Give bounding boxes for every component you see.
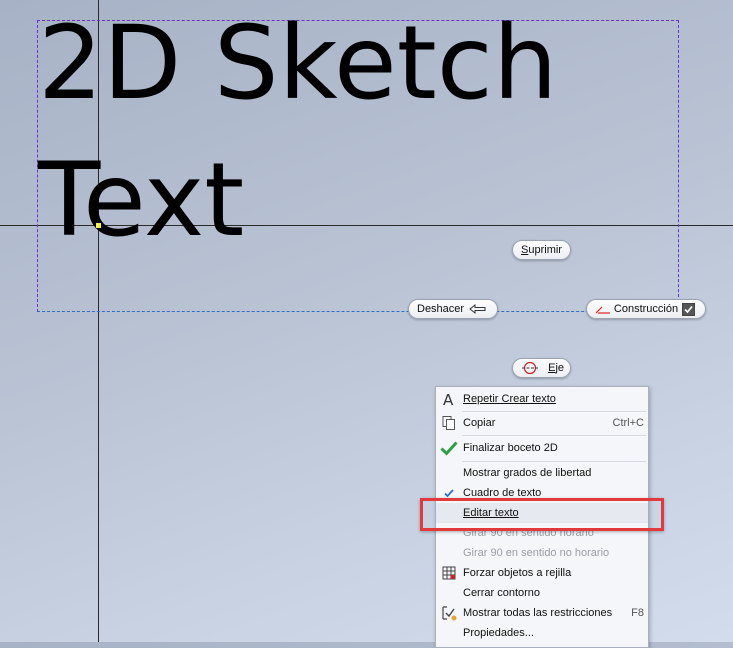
- menu-item-label: Finalizar boceto 2D: [463, 442, 558, 454]
- checkmark-icon: [440, 440, 458, 456]
- menu-item-properties[interactable]: Propiedades...: [436, 623, 648, 643]
- highlight-annotation-box: [420, 498, 664, 531]
- axis-button[interactable]: Eje: [512, 358, 571, 378]
- menu-item-repeat-create-text[interactable]: A Repetir Crear texto: [436, 389, 648, 409]
- menu-item-label: Forzar objetos a rejilla: [463, 567, 572, 579]
- menu-item-show-dof[interactable]: Mostrar grados de libertad: [436, 463, 648, 483]
- menu-item-snap-to-grid[interactable]: Forzar objetos a rejilla: [436, 563, 648, 583]
- menu-item-shortcut: Ctrl+C: [612, 417, 644, 429]
- axis-button-label: Eje: [548, 362, 564, 374]
- constraints-icon: [440, 605, 458, 621]
- menu-item-label: Mostrar todas las restricciones: [463, 607, 613, 619]
- menu-item-rotate-ccw[interactable]: Girar 90 en sentido no horario: [436, 543, 648, 563]
- delete-button-label: Suprimir: [521, 244, 562, 256]
- menu-item-label: Girar 90 en sentido no horario: [463, 547, 610, 559]
- sketch-text-line-2[interactable]: Text: [38, 141, 244, 261]
- menu-item-label: Mostrar grados de libertad: [463, 467, 592, 479]
- menu-item-label: Copiar: [463, 417, 496, 429]
- delete-button[interactable]: Suprimir: [512, 240, 571, 260]
- construction-line-icon: [593, 303, 614, 315]
- menu-divider: [462, 435, 646, 436]
- text-a-icon: A: [440, 391, 458, 407]
- origin-point[interactable]: [96, 223, 101, 228]
- sketch-text-line-1[interactable]: 2D Sketch: [38, 4, 558, 124]
- construction-toggle[interactable]: Construcción: [586, 299, 706, 319]
- undo-button[interactable]: Deshacer: [408, 299, 498, 319]
- menu-divider: [462, 411, 646, 412]
- menu-item-shortcut: F8: [631, 607, 644, 619]
- menu-item-close-loop[interactable]: Cerrar contorno: [436, 583, 648, 603]
- construction-label: Construcción: [613, 303, 679, 315]
- menu-item-label: Propiedades...: [463, 627, 534, 639]
- menu-item-show-constraints[interactable]: Mostrar todas las restricciones F8: [436, 603, 648, 623]
- svg-text:A: A: [443, 392, 454, 406]
- menu-item-label: Cerrar contorno: [463, 587, 541, 599]
- copy-icon: [440, 415, 458, 431]
- axis-icon: [519, 361, 541, 375]
- grid-icon: [440, 565, 458, 581]
- menu-item-finish-sketch[interactable]: Finalizar boceto 2D: [436, 438, 648, 458]
- menu-item-copy[interactable]: Copiar Ctrl+C: [436, 413, 648, 433]
- checkbox-checked-icon[interactable]: [678, 302, 699, 316]
- menu-divider: [462, 461, 646, 462]
- menu-item-label: Repetir Crear texto: [463, 393, 556, 405]
- undo-arrow-icon: [467, 303, 489, 315]
- undo-button-label: Deshacer: [417, 303, 465, 315]
